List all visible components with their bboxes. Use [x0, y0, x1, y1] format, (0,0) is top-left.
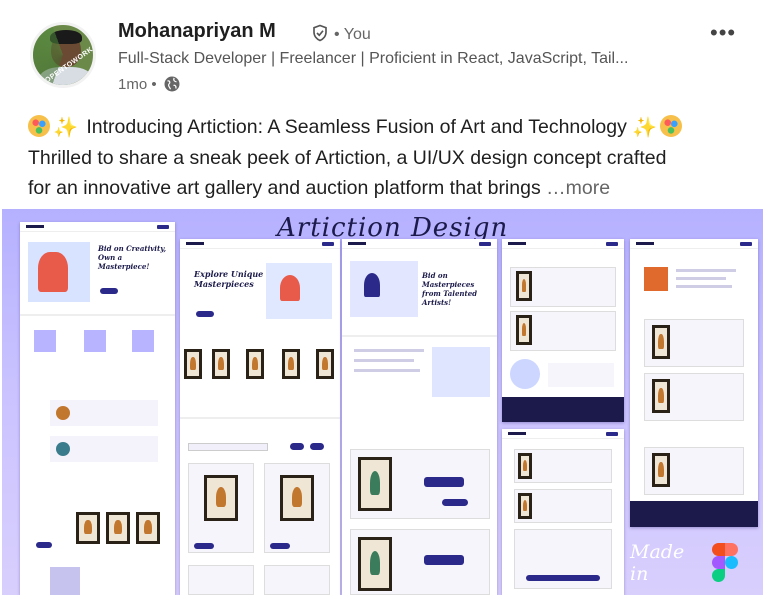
post-line-3-text: for an innovative art gallery and auctio… [28, 177, 541, 199]
more-horizontal-icon[interactable]: ••• [710, 20, 736, 46]
globe-icon [164, 76, 180, 92]
see-more-link[interactable]: …more [546, 177, 610, 199]
author-name[interactable]: Mohanapriyan M [118, 20, 276, 43]
post-meta: 1mo • [118, 75, 181, 93]
sparkles-icon: ✨ [53, 117, 78, 139]
post-line-1: ✨ Introducing Artiction: A Seamless Fusi… [28, 112, 748, 143]
author-avatar[interactable]: #OPENTOWORK [30, 22, 96, 88]
post-line-1-text: Introducing Artiction: A Seamless Fusion… [86, 116, 627, 138]
made-in-label: Made in [630, 541, 685, 585]
made-in-figma-badge: Made in [630, 541, 738, 585]
post-time: 1mo • [118, 75, 157, 93]
post-body: ✨ Introducing Artiction: A Seamless Fusi… [28, 112, 748, 203]
author-headline: Full-Stack Developer | Freelancer | Prof… [118, 50, 629, 67]
post-line-2: Thrilled to share a sneak peek of Artict… [28, 147, 667, 169]
design-mockup-profile [630, 239, 758, 527]
palette-icon [660, 115, 683, 137]
design-mockup-cart [502, 429, 624, 595]
post-header: #OPENTOWORK Mohanapriyan M • You Full-St… [0, 0, 763, 110]
design-mockup-landing: Bid on Creativity, Own a Masterpiece! [20, 222, 175, 595]
design-mockup-auctions: Bid on Masterpieces from Talented Artist… [342, 239, 497, 595]
palette-icon [28, 115, 50, 137]
figma-logo-icon [710, 543, 738, 583]
shield-check-icon [313, 24, 327, 42]
sparkles-icon: ✨ [632, 117, 658, 139]
connection-degree: • You [334, 26, 371, 43]
design-mockup-artwork-detail [502, 239, 624, 422]
post-line-3: for an innovative art gallery and auctio… [28, 173, 748, 203]
design-mockup-explore: Explore Unique Masterpieces [180, 239, 340, 595]
post-image[interactable]: Artiction Design Bid on Creativity, Own … [2, 209, 763, 595]
